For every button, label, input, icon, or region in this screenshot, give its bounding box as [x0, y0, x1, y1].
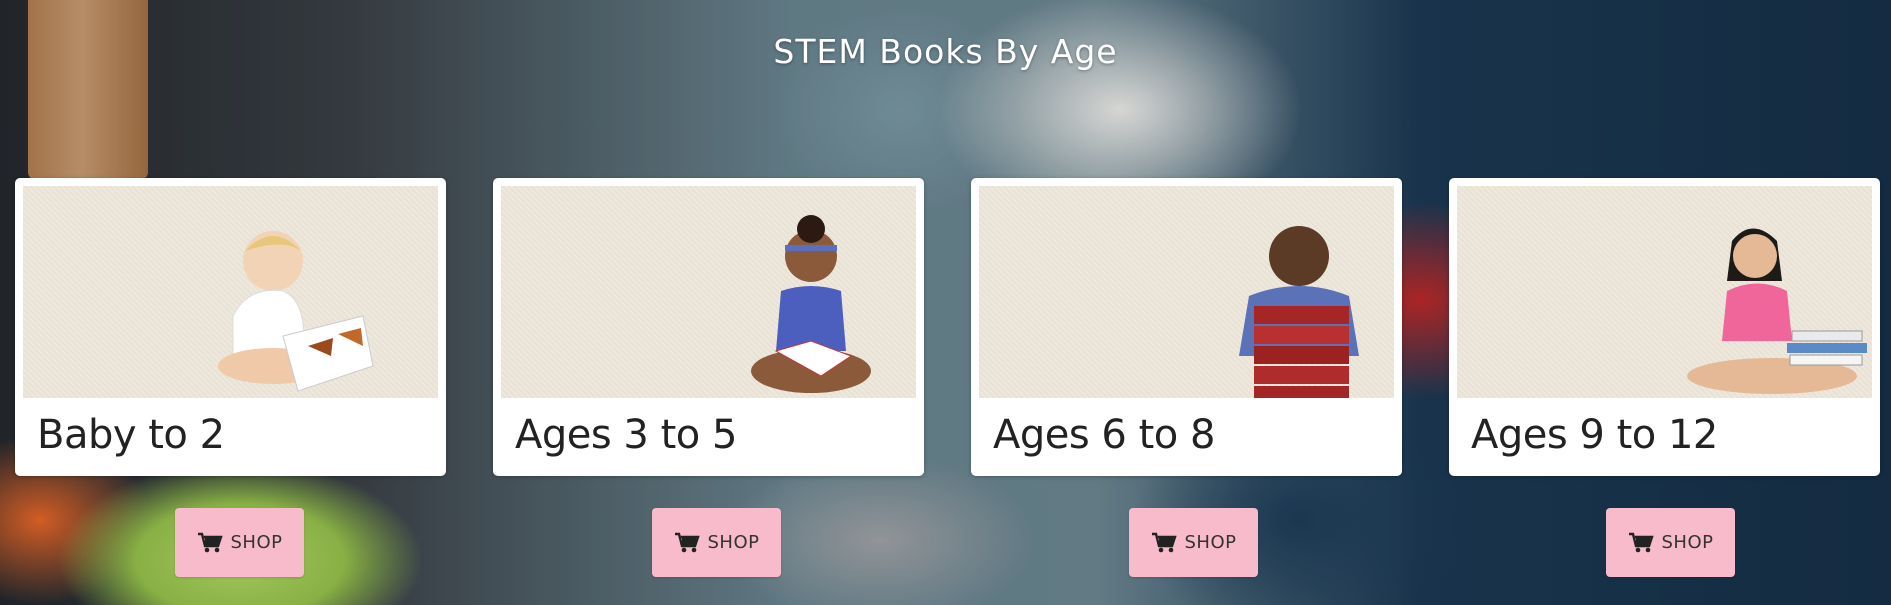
cart-icon: [1628, 532, 1654, 552]
age-card-ages-9-to-12[interactable]: Ages 9 to 12: [1449, 178, 1880, 476]
card-image: [979, 186, 1394, 398]
boy-with-books-illustration: [1239, 226, 1359, 398]
shop-button-ages-9-to-12[interactable]: SHOP: [1606, 508, 1735, 577]
girl-reading-illustration: [751, 215, 871, 393]
shop-button-label: SHOP: [1184, 532, 1237, 553]
age-card-baby-to-2[interactable]: Baby to 2: [15, 178, 446, 476]
age-card-ages-6-to-8[interactable]: Ages 6 to 8: [971, 178, 1402, 476]
girl-with-books-illustration: [1687, 228, 1867, 394]
shop-button-label: SHOP: [1661, 532, 1714, 553]
shop-button-ages-3-to-5[interactable]: SHOP: [652, 508, 781, 577]
shop-button-baby-to-2[interactable]: SHOP: [175, 508, 304, 577]
baby-reading-illustration: [218, 231, 374, 392]
card-label: Ages 6 to 8: [993, 412, 1215, 458]
cart-icon: [197, 532, 223, 552]
shop-button-label: SHOP: [707, 532, 760, 553]
card-label: Ages 9 to 12: [1471, 412, 1718, 458]
card-image: [23, 186, 438, 398]
shop-button-label: SHOP: [230, 532, 283, 553]
card-image: [501, 186, 916, 398]
section-title: STEM Books By Age: [773, 32, 1118, 71]
cart-icon: [674, 532, 700, 552]
shop-button-ages-6-to-8[interactable]: SHOP: [1129, 508, 1258, 577]
card-label: Baby to 2: [37, 412, 225, 458]
cart-icon: [1151, 532, 1177, 552]
card-label: Ages 3 to 5: [515, 412, 737, 458]
card-image: [1457, 186, 1872, 398]
age-card-ages-3-to-5[interactable]: Ages 3 to 5: [493, 178, 924, 476]
